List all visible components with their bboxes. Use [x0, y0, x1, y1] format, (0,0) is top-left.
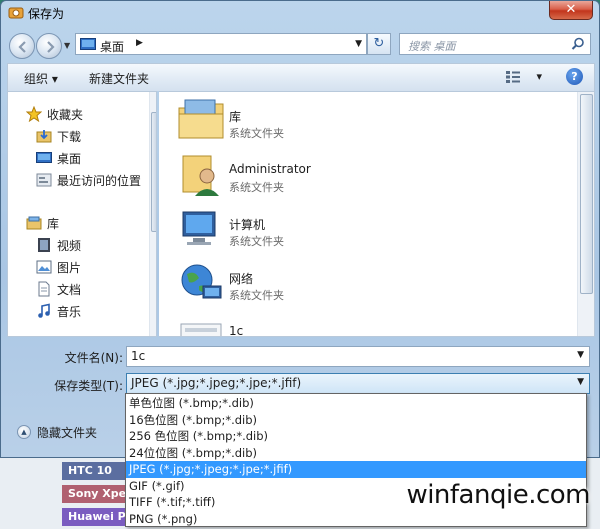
forward-arrow-icon — [47, 41, 55, 53]
file-name: Administrator — [229, 162, 311, 176]
filetype-option-selected[interactable]: JPEG (*.jpg;*.jpeg;*.jpe;*.jfif) — [126, 461, 586, 478]
file-name: 计算机 — [229, 218, 266, 232]
file-list-scrollbar[interactable] — [577, 92, 594, 336]
documents-icon — [38, 281, 50, 297]
filename-input[interactable]: 1c ▼ — [126, 346, 590, 367]
organize-button[interactable]: 组织 ▾ — [24, 70, 58, 87]
filetype-option[interactable]: 24位位图 (*.bmp;*.dib) — [126, 445, 586, 462]
file-name: 网络 — [229, 272, 254, 286]
back-arrow-icon — [18, 41, 26, 53]
filetype-option[interactable]: 单色位图 (*.bmp;*.dib) — [126, 395, 586, 412]
file-list: 库 系统文件夹 Administrator 系统文件夹 计算机 系统文件夹 网络… — [159, 91, 595, 337]
music-icon — [38, 303, 50, 318]
refresh-button[interactable]: ↻ — [367, 33, 391, 55]
close-button[interactable]: ✕ — [549, 1, 593, 20]
watermark: winfanqie.com — [406, 480, 590, 510]
new-folder-button[interactable]: 新建文件夹 — [89, 70, 149, 87]
address-dropdown-icon[interactable]: ▼ — [355, 39, 362, 49]
pictures-icon — [36, 260, 52, 274]
collapse-icon: ▲ — [17, 425, 31, 439]
back-button[interactable] — [9, 33, 35, 59]
filename-value[interactable]: 1c — [131, 349, 145, 363]
search-placeholder: 搜索 桌面 — [408, 40, 456, 53]
filetype-select[interactable]: JPEG (*.jpg;*.jpeg;*.jpe;*.jfif) ▼ — [126, 373, 590, 394]
desktop-icon — [80, 38, 96, 50]
video-icon — [38, 238, 50, 252]
file-type: 系统文件夹 — [229, 127, 284, 140]
file-type: 系统文件夹 — [229, 235, 284, 248]
file-list-scrollbar-thumb[interactable] — [580, 94, 593, 294]
file-name: 库 — [229, 110, 242, 124]
file-item-1c[interactable]: 1c — [177, 314, 377, 337]
computer-icon — [182, 211, 216, 245]
file-name: 1c — [229, 324, 244, 337]
file-type: 系统文件夹 — [229, 181, 284, 194]
desktop-icon — [36, 152, 52, 163]
help-button[interactable]: ? — [566, 68, 583, 85]
save-as-dialog: 保存为 ✕ ▼ 桌面 ▶ ▼ ↻ 搜索 桌面 组织 ▾ 新建文件夹 ▾ ? 收藏… — [0, 0, 600, 458]
recent-pages-dropdown[interactable]: ▼ — [64, 41, 70, 50]
image-file-icon — [180, 323, 222, 336]
search-box[interactable]: 搜索 桌面 — [399, 33, 591, 55]
address-location[interactable]: 桌面 — [100, 38, 124, 55]
user-folder-icon — [182, 155, 219, 196]
bg-tag-htc: HTC 10 — [62, 462, 128, 480]
file-item-libraries[interactable]: 库 系统文件夹 — [177, 98, 377, 148]
navigation-scrollbar[interactable] — [149, 92, 156, 336]
library-folder-icon — [178, 99, 224, 139]
filetype-label: 保存类型(T): — [54, 379, 123, 393]
filetype-value[interactable]: JPEG (*.jpg;*.jpeg;*.jpe;*.jfif) — [131, 376, 301, 390]
file-item-administrator[interactable]: Administrator 系统文件夹 — [177, 152, 377, 202]
filename-label: 文件名(N): — [64, 351, 123, 365]
star-icon — [26, 106, 42, 122]
filetype-dropdown-icon[interactable]: ▼ — [577, 377, 584, 387]
bg-tag-huawei: Huawei P9 — [62, 508, 128, 526]
file-type: 系统文件夹 — [229, 289, 284, 302]
breadcrumb-arrow-icon[interactable]: ▶ — [136, 38, 143, 48]
forward-button[interactable] — [36, 33, 62, 59]
filename-dropdown-icon[interactable]: ▼ — [577, 350, 584, 360]
window-title: 保存为 — [28, 7, 65, 21]
download-folder-icon — [36, 130, 52, 143]
file-item-computer[interactable]: 计算机 系统文件夹 — [177, 206, 377, 256]
filetype-option[interactable]: 16色位图 (*.bmp;*.dib) — [126, 412, 586, 429]
navigation-scrollbar-thumb[interactable] — [151, 112, 156, 232]
library-icon — [26, 216, 42, 230]
bg-tag-sony: Sony Xperia — [62, 485, 128, 503]
address-bar[interactable]: 桌面 ▶ ▼ — [75, 33, 367, 55]
title-bar[interactable]: 保存为 ✕ — [1, 1, 599, 25]
view-options-icon — [506, 71, 520, 83]
filetype-option[interactable]: PNG (*.png) — [126, 511, 586, 528]
view-dropdown-icon[interactable]: ▾ — [537, 70, 543, 83]
network-icon — [181, 264, 222, 299]
filetype-option[interactable]: 256 色位图 (*.bmp;*.dib) — [126, 428, 586, 445]
navigation-pane: 收藏夹 下载 桌面 最近访问的位置 库 视频 图片 文档 音乐 — [7, 91, 157, 337]
search-icon[interactable] — [571, 37, 585, 51]
change-view-button[interactable]: ▾ — [505, 70, 542, 84]
app-icon — [8, 7, 24, 19]
command-bar: 组织 ▾ 新建文件夹 ▾ ? — [7, 63, 595, 91]
file-item-network[interactable]: 网络 系统文件夹 — [177, 260, 377, 310]
recent-places-icon — [36, 173, 52, 187]
